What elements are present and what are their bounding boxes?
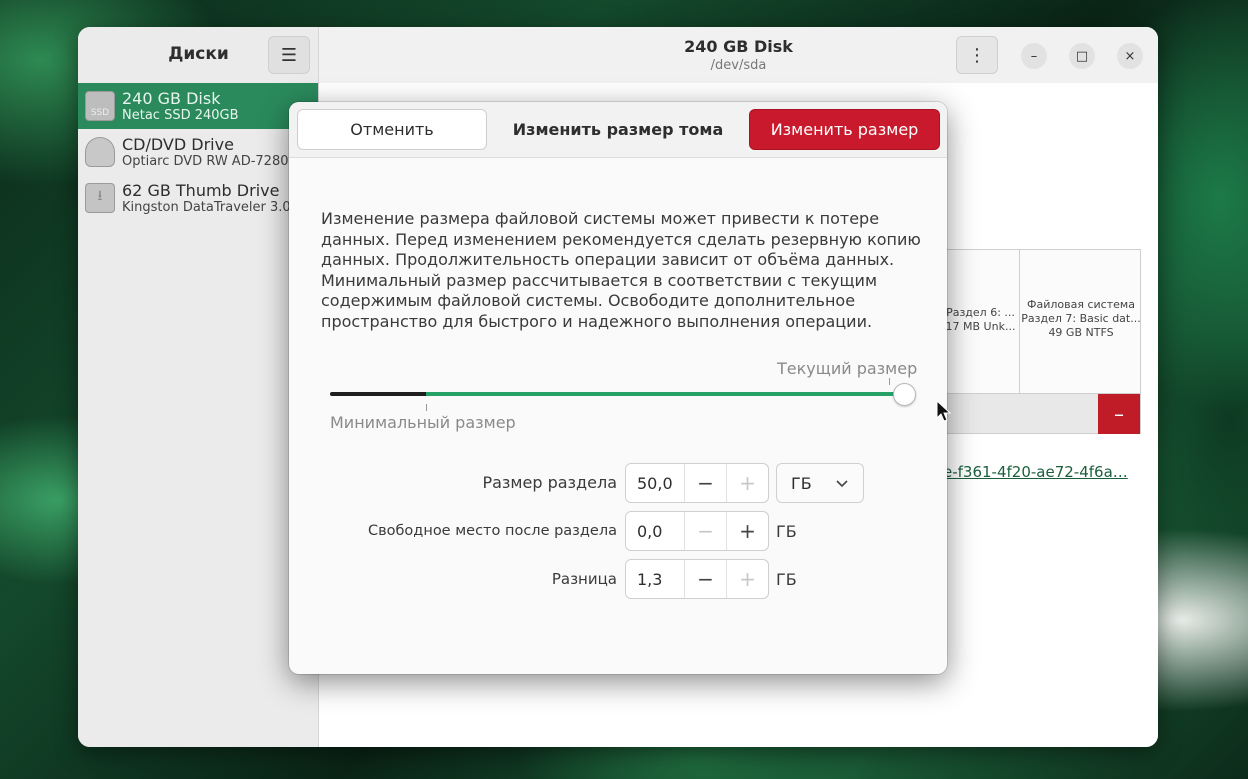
free-space-after-spin[interactable]: 0,0 − + bbox=[625, 511, 769, 551]
slider-track-fill bbox=[426, 392, 904, 396]
size-slider-handle[interactable] bbox=[893, 383, 916, 406]
slider-track-used bbox=[330, 392, 426, 396]
drive-item-thumb-drive[interactable]: ⭳ 62 GB Thumb Drive Kingston DataTravele… bbox=[78, 175, 318, 221]
maximize-icon: □ bbox=[1075, 48, 1089, 64]
dialog-description: Изменение размера файловой системы может… bbox=[321, 209, 921, 331]
optical-disc-icon bbox=[85, 137, 115, 167]
free-space-unit: ГБ bbox=[776, 522, 797, 541]
increase-partition-size-button[interactable]: + bbox=[726, 464, 768, 502]
min-size-label: Минимальный размер bbox=[330, 413, 516, 432]
decrease-free-space-button[interactable]: − bbox=[684, 512, 726, 550]
partition-size: 49 GB NTFS bbox=[1048, 326, 1114, 339]
hamburger-menu-button[interactable]: ☰ bbox=[268, 36, 310, 74]
close-button[interactable]: × bbox=[1117, 43, 1143, 69]
free-space-after-value[interactable]: 0,0 bbox=[637, 522, 662, 541]
resize-button[interactable]: Изменить размер bbox=[749, 109, 940, 150]
partition-size-label: Размер раздела bbox=[482, 473, 617, 492]
partition-type: Файловая система bbox=[1027, 298, 1135, 311]
decrease-partition-size-button[interactable]: − bbox=[684, 464, 726, 502]
current-size-tick bbox=[889, 378, 890, 385]
sidebar-header: Диски ☰ bbox=[78, 27, 318, 83]
partition-7-block[interactable]: Файловая система Раздел 7: Basic dat... … bbox=[1020, 250, 1142, 395]
increase-free-space-button[interactable]: + bbox=[726, 512, 768, 550]
partition-label: Раздел 6: ... bbox=[946, 306, 1015, 319]
difference-label: Разница bbox=[551, 570, 617, 588]
mouse-pointer-icon bbox=[936, 400, 952, 422]
drive-item-cd-dvd[interactable]: CD/DVD Drive Optiarc DVD RW AD-7280 bbox=[78, 129, 318, 175]
partition-size-spin[interactable]: 50,0 − + bbox=[625, 463, 769, 503]
kebab-menu-icon: ⋮ bbox=[968, 44, 986, 66]
difference-spin[interactable]: 1,3 − + bbox=[625, 559, 769, 599]
difference-value[interactable]: 1,3 bbox=[637, 570, 662, 589]
current-size-label: Текущий размер bbox=[777, 359, 918, 378]
usb-icon: ⭳ bbox=[85, 183, 115, 213]
cancel-button[interactable]: Отменить bbox=[297, 109, 487, 150]
unit-dropdown[interactable]: ГБ bbox=[776, 463, 864, 503]
disk-menu-button[interactable]: ⋮ bbox=[956, 36, 998, 74]
partition-size-value[interactable]: 50,0 bbox=[637, 474, 673, 493]
sidebar: Диски ☰ SSD 240 GB Disk Netac SSD 240GB … bbox=[78, 27, 319, 747]
partition-uuid-link[interactable]: e-f361-4f20-ae72-4f6a… bbox=[943, 463, 1153, 481]
increase-difference-button[interactable]: + bbox=[726, 560, 768, 598]
partition-map: Раздел 6: ... 17 MB Unk... Файловая сист… bbox=[941, 249, 1142, 395]
dialog-title: Изменить размер тома bbox=[512, 120, 724, 139]
difference-unit: ГБ bbox=[776, 570, 797, 589]
unit-dropdown-value: ГБ bbox=[791, 474, 812, 493]
delete-partition-button[interactable]: – bbox=[1098, 394, 1140, 434]
partition-size: 17 MB Unk... bbox=[945, 320, 1016, 333]
maximize-button[interactable]: □ bbox=[1069, 43, 1095, 69]
partition-6-block[interactable]: Раздел 6: ... 17 MB Unk... bbox=[942, 250, 1020, 395]
minimize-icon: – bbox=[1030, 48, 1038, 64]
resize-dialog: Отменить Изменить размер тома Изменить р… bbox=[289, 102, 947, 674]
main-header: 240 GB Disk /dev/sda ⋮ – □ × bbox=[319, 27, 1158, 83]
ssd-icon: SSD bbox=[85, 91, 115, 121]
partition-label: Раздел 7: Basic dat... bbox=[1021, 312, 1141, 325]
minimize-button[interactable]: – bbox=[1021, 43, 1047, 69]
min-size-tick bbox=[426, 404, 427, 411]
decrease-difference-button[interactable]: − bbox=[684, 560, 726, 598]
chevron-down-icon bbox=[836, 480, 848, 488]
minus-icon: – bbox=[1114, 402, 1124, 426]
dialog-header: Отменить Изменить размер тома Изменить р… bbox=[289, 102, 947, 158]
close-icon: × bbox=[1124, 48, 1136, 64]
hamburger-icon: ☰ bbox=[280, 44, 298, 66]
free-space-after-label: Свободное место после раздела bbox=[367, 523, 617, 539]
drive-item-240gb[interactable]: SSD 240 GB Disk Netac SSD 240GB bbox=[78, 83, 318, 129]
partition-toolbar: – bbox=[941, 394, 1141, 434]
